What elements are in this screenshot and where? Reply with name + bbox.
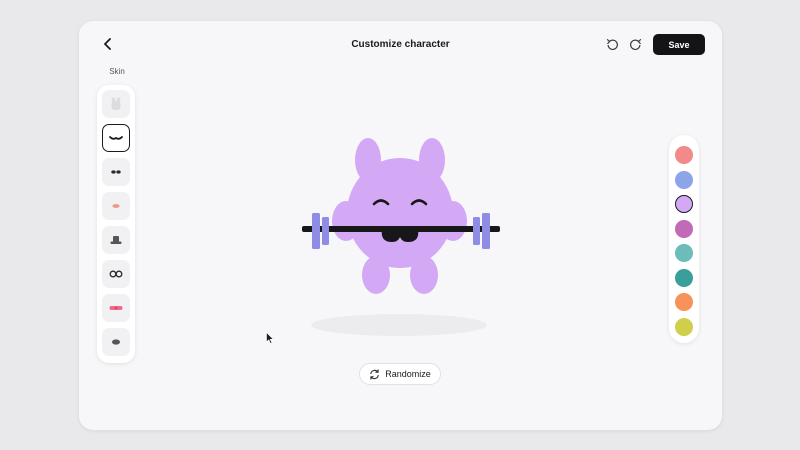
mustache-icon (109, 136, 123, 140)
color-swatch-teal[interactable] (675, 269, 693, 287)
skin-option-hat[interactable] (102, 226, 130, 254)
bowtie-icon (109, 306, 123, 310)
randomize-label: Randomize (385, 369, 431, 379)
skin-option-eyes[interactable] (102, 158, 130, 186)
skin-option-bowtie[interactable] (102, 294, 130, 322)
undo-button[interactable] (603, 35, 621, 53)
undo-icon (606, 38, 618, 50)
color-swatch-orchid[interactable] (675, 220, 693, 238)
left-inner-plate (322, 217, 329, 245)
skin-option-mustache[interactable] (102, 124, 130, 152)
hat-icon (110, 236, 122, 244)
left-outer-plate (312, 213, 320, 249)
ground-shadow (311, 314, 487, 336)
blank-skin-icon (111, 97, 121, 110)
body (347, 158, 453, 268)
character-illustration (302, 138, 500, 336)
color-swatch-periwinkle[interactable] (675, 171, 693, 189)
skin-option-glasses[interactable] (102, 260, 130, 288)
save-button[interactable]: Save (653, 34, 705, 55)
right-inner-plate (473, 217, 480, 245)
randomize-button[interactable]: Randomize (359, 363, 441, 385)
mouse-cursor-icon (266, 332, 274, 344)
skin-option-blush[interactable] (102, 192, 130, 220)
glasses-icon (109, 270, 123, 278)
skin-section-label: Skin (109, 67, 125, 76)
color-swatch-aqua[interactable] (675, 244, 693, 262)
blush-icon (112, 204, 120, 208)
skin-panel (97, 85, 135, 363)
color-swatch-lavender[interactable] (675, 195, 693, 213)
editor-window: Customize character Save Skin Randomize (79, 21, 722, 430)
redo-icon (629, 38, 641, 50)
shadow-icon (112, 339, 120, 345)
skin-option-blank[interactable] (102, 90, 130, 118)
refresh-icon (370, 368, 379, 380)
color-swatch-orange[interactable] (675, 293, 693, 311)
eyes-icon (111, 170, 121, 174)
redo-button[interactable] (626, 35, 644, 53)
right-outer-plate (482, 213, 490, 249)
left-arm (332, 201, 360, 241)
skin-option-shadow[interactable] (102, 328, 130, 356)
color-swatch-olive[interactable] (675, 318, 693, 336)
color-swatch-coral[interactable] (675, 146, 693, 164)
right-arm (439, 201, 467, 241)
character-preview (294, 129, 504, 345)
color-panel (669, 135, 699, 343)
